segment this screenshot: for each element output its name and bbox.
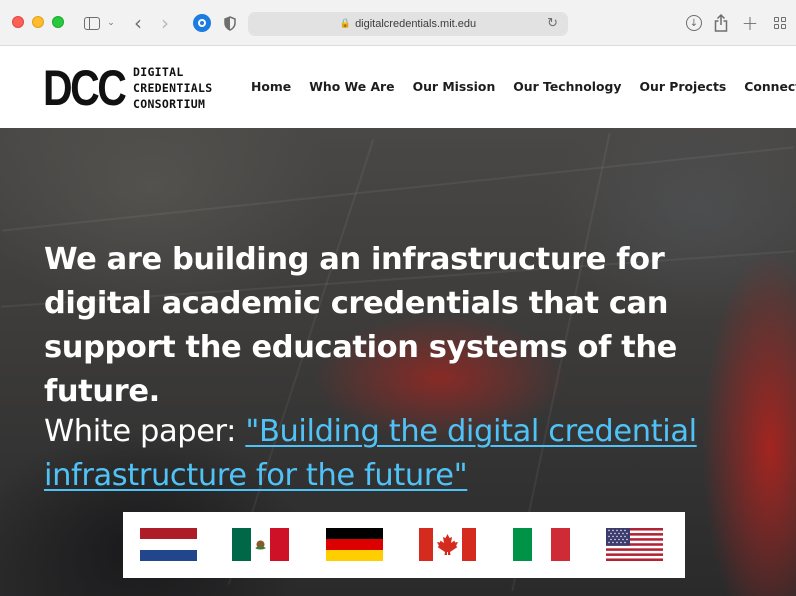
mexico-flag xyxy=(232,528,289,561)
member-flags-strip xyxy=(123,512,685,578)
forward-arrow-icon[interactable]: › xyxy=(158,11,172,35)
hero-section: We are building an infrastructure for di… xyxy=(0,128,796,596)
privacy-shield-icon[interactable] xyxy=(223,12,237,34)
download-icon[interactable]: ↓ xyxy=(684,12,704,34)
netherlands-flag xyxy=(140,528,197,561)
usa-flag xyxy=(606,528,663,561)
tab-overview-icon[interactable] xyxy=(772,12,788,34)
zoom-window-button[interactable] xyxy=(52,16,64,28)
browser-toolbar: ⌄ ‹ › 🔒 digitalcredentials.mit.edu ↻ ↓ + xyxy=(0,0,796,46)
hero-headline: We are building an infrastructure for di… xyxy=(44,242,677,409)
logo-mark: DCC xyxy=(43,60,127,116)
address-bar[interactable]: 🔒 digitalcredentials.mit.edu ↻ xyxy=(248,12,568,36)
new-tab-icon[interactable]: + xyxy=(742,11,759,35)
main-navigation: Home Who We Are Our Mission Our Technolo… xyxy=(251,79,796,94)
italy-flag xyxy=(513,528,570,561)
url-text: digitalcredentials.mit.edu xyxy=(355,18,477,30)
logo-wordmark: DIGITAL CREDENTIALS CONSORTIUM xyxy=(133,64,212,112)
germany-flag xyxy=(326,528,383,561)
nav-our-projects[interactable]: Our Projects xyxy=(639,79,726,94)
nav-who-we-are[interactable]: Who We Are xyxy=(309,79,394,94)
password-manager-icon[interactable] xyxy=(191,12,213,34)
lock-icon: 🔒 xyxy=(339,19,352,29)
nav-connect[interactable]: Connect xyxy=(744,79,796,94)
minimize-window-button[interactable] xyxy=(32,16,44,28)
sidebar-icon[interactable] xyxy=(83,12,101,34)
share-icon[interactable] xyxy=(713,12,729,34)
logo-word: CONSORTIUM xyxy=(133,97,206,111)
back-arrow-icon[interactable]: ‹ xyxy=(131,11,145,35)
logo-word: CREDENTIALS xyxy=(133,81,213,95)
nav-our-mission[interactable]: Our Mission xyxy=(413,79,496,94)
nav-home[interactable]: Home xyxy=(251,79,291,94)
nav-our-technology[interactable]: Our Technology xyxy=(513,79,621,94)
canada-flag xyxy=(419,528,476,561)
whitepaper-prefix: White paper: xyxy=(44,414,246,449)
background-photo-detail xyxy=(2,146,794,232)
close-window-button[interactable] xyxy=(12,16,24,28)
chevron-down-icon[interactable]: ⌄ xyxy=(106,12,116,34)
site-header: DCC DIGITAL CREDENTIALS CONSORTIUM Home … xyxy=(0,46,796,128)
reload-icon[interactable]: ↻ xyxy=(547,16,558,31)
logo-word: DIGITAL xyxy=(133,65,184,79)
site-logo[interactable]: DCC DIGITAL CREDENTIALS CONSORTIUM xyxy=(43,60,212,116)
whitepaper-line: White paper: "Building the digital crede… xyxy=(44,410,764,498)
